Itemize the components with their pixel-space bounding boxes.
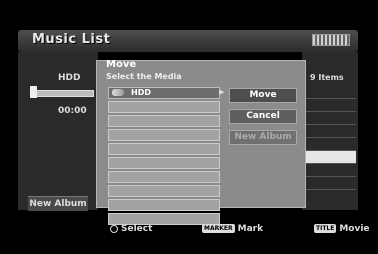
items-count: 9 Items	[310, 73, 344, 82]
movie-label: Movie	[339, 224, 370, 234]
list-item[interactable]	[304, 86, 356, 99]
list-item-selected[interactable]	[304, 151, 356, 164]
footer-hints: Select MARKER Mark TITLE Movie	[0, 224, 378, 242]
media-item[interactable]	[108, 101, 220, 113]
media-item[interactable]	[108, 129, 220, 141]
select-label: Select	[121, 224, 153, 234]
dialog-title: Move	[106, 59, 137, 70]
list-item[interactable]	[304, 138, 356, 151]
list-item[interactable]	[304, 125, 356, 138]
media-list: HDD	[108, 87, 220, 227]
arrow-right-icon: ▶	[219, 88, 225, 96]
progress-knob	[30, 86, 37, 98]
media-item[interactable]	[108, 199, 220, 211]
media-item-hdd[interactable]: HDD	[108, 87, 220, 99]
list-item[interactable]	[304, 164, 356, 177]
drive-label: HDD	[58, 73, 81, 83]
media-item[interactable]	[108, 171, 220, 183]
header-decoration	[312, 34, 350, 46]
dialog-subtitle: Select the Media	[106, 72, 182, 81]
music-list-screen: Music List HDD 00:00 New Album 9 Items M…	[0, 0, 378, 254]
time-display: 00:00	[58, 106, 87, 116]
enter-button-icon	[110, 224, 118, 233]
new-album-button[interactable]: New Album	[229, 130, 297, 145]
select-hint: Select	[110, 224, 152, 234]
media-item[interactable]	[108, 143, 220, 155]
move-button[interactable]: Move	[229, 88, 297, 103]
title-key-icon: TITLE	[314, 224, 337, 233]
list-item[interactable]	[304, 112, 356, 125]
list-item[interactable]	[304, 99, 356, 112]
media-item[interactable]	[108, 115, 220, 127]
hdd-icon	[112, 89, 124, 96]
media-item[interactable]	[108, 185, 220, 197]
movie-hint: TITLE Movie	[314, 224, 370, 234]
page-title: Music List	[32, 32, 111, 47]
marker-key-icon: MARKER	[202, 224, 235, 233]
mark-label: Mark	[237, 224, 264, 234]
list-item[interactable]	[304, 177, 356, 190]
mark-hint: MARKER Mark	[202, 224, 263, 234]
playback-progress-bar	[30, 90, 94, 97]
cancel-button[interactable]: Cancel	[229, 109, 297, 124]
media-item[interactable]	[108, 157, 220, 169]
media-label: HDD	[131, 88, 151, 97]
new-album-tab[interactable]: New Album	[28, 196, 88, 211]
right-item-list	[304, 86, 356, 190]
